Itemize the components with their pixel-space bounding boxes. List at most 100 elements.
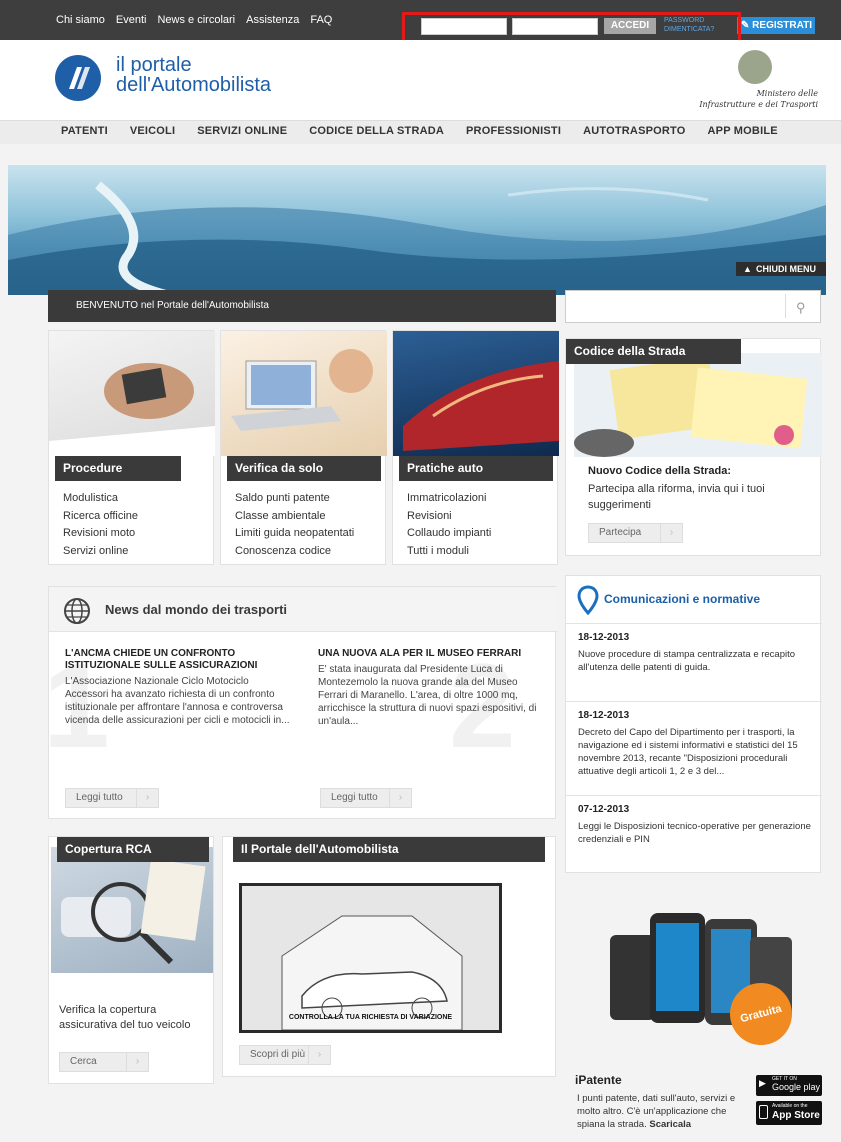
video-player[interactable]: CONTROLLA LA TUA RICHIESTA DI VARIAZIONE bbox=[239, 883, 502, 1033]
codice-strada-card: Codice della Strada Nuovo Codice della S… bbox=[565, 338, 822, 556]
app-store-button[interactable]: Available on the App Store bbox=[756, 1101, 822, 1125]
phone-icon bbox=[759, 1105, 768, 1119]
link-classe-ambientale[interactable]: Classe ambientale bbox=[235, 508, 354, 526]
portale-title[interactable]: Il Portale dell'Automobilista bbox=[233, 837, 545, 862]
logo-text-line2[interactable]: dell'Automobilista bbox=[116, 75, 271, 95]
comunicazione-item-2[interactable]: 18-12-2013 Decreto del Capo del Dipartim… bbox=[578, 710, 812, 778]
nav-app-mobile[interactable]: APP MOBILE bbox=[708, 125, 778, 137]
link-limiti-guida[interactable]: Limiti guida neopatentati bbox=[235, 525, 354, 543]
ipatente-text-block: I punti patente, dati sull'auto, servizi… bbox=[577, 1092, 749, 1131]
video-caption: CONTROLLA LA TUA RICHIESTA DI VARIAZIONE bbox=[288, 1014, 453, 1021]
link-tutti-moduli[interactable]: Tutti i moduli bbox=[407, 543, 491, 561]
search-icon[interactable]: ⚲ bbox=[796, 300, 806, 316]
pratiche-image bbox=[393, 331, 559, 456]
verifica-image bbox=[221, 331, 387, 456]
link-ricerca-officine[interactable]: Ricerca officine bbox=[63, 508, 138, 526]
portale-video-card: Il Portale dell'Automobilista CONTROLLA … bbox=[222, 836, 556, 1077]
nav-patenti[interactable]: PATENTI bbox=[61, 125, 108, 137]
ministero-logo: Ministero delle Infrastrutture e dei Tra… bbox=[690, 88, 818, 110]
news-item-2-read-more[interactable]: Leggi tutto › bbox=[320, 788, 412, 808]
card-procedure: Procedure Modulistica Ricerca officine R… bbox=[48, 330, 215, 565]
chevron-right-icon: › bbox=[136, 789, 158, 807]
comunicazioni-title: Comunicazioni e normative bbox=[604, 592, 761, 606]
top-link-eventi[interactable]: Eventi bbox=[116, 14, 147, 26]
top-link-chi-siamo[interactable]: Chi siamo bbox=[56, 14, 105, 26]
card-pratiche-links: Immatricolazioni Revisioni Collaudo impi… bbox=[407, 490, 491, 560]
search-divider bbox=[785, 294, 786, 318]
app-store-label: App Store bbox=[772, 1110, 820, 1121]
close-menu-label: CHIUDI MENU bbox=[756, 264, 816, 274]
app-store-small: Available on the bbox=[772, 1103, 808, 1109]
card-verifica-links: Saldo punti patente Classe ambientale Li… bbox=[235, 490, 354, 560]
card-pratiche-title[interactable]: Pratiche auto bbox=[399, 456, 553, 481]
codice-strada-title[interactable]: Codice della Strada bbox=[566, 339, 741, 364]
card-verifica-title[interactable]: Verifica da solo bbox=[227, 456, 381, 481]
hero-banner bbox=[8, 165, 826, 295]
ministero-line1: Ministero delle bbox=[756, 89, 818, 98]
top-links: Chi siamo Eventi News e circolari Assist… bbox=[56, 14, 332, 26]
register-label: REGISTRATI bbox=[752, 20, 812, 31]
scopri-button[interactable]: Scopri di più › bbox=[239, 1045, 331, 1065]
register-icon: ✎ bbox=[741, 20, 753, 31]
news-section: News dal mondo dei trasporti 1 2 L'ANCMA… bbox=[43, 586, 557, 819]
nav-codice-strada[interactable]: CODICE DELLA STRADA bbox=[309, 125, 444, 137]
top-link-news[interactable]: News e circolari bbox=[157, 14, 235, 26]
news-item-2: UNA NUOVA ALA PER IL MUSEO FERRARI E' st… bbox=[318, 648, 543, 728]
main-nav-items: PATENTI VEICOLI SERVIZI ONLINE CODICE DE… bbox=[61, 125, 800, 137]
link-servizi-online[interactable]: Servizi online bbox=[63, 543, 138, 561]
card-procedure-title[interactable]: Procedure bbox=[55, 456, 181, 481]
search-input[interactable] bbox=[565, 290, 821, 323]
divider bbox=[566, 701, 822, 702]
nav-veicoli[interactable]: VEICOLI bbox=[130, 125, 175, 137]
comunicazione-date: 18-12-2013 bbox=[578, 710, 630, 721]
link-collaudo-impianti[interactable]: Collaudo impianti bbox=[407, 525, 491, 543]
google-play-label: Google play bbox=[772, 1082, 821, 1092]
news-item-1-body: L'Associazione Nazionale Ciclo Motociclo… bbox=[65, 676, 290, 726]
chevron-right-icon: › bbox=[308, 1046, 330, 1064]
link-revisioni-moto[interactable]: Revisioni moto bbox=[63, 525, 138, 543]
partecipa-button[interactable]: Partecipa › bbox=[588, 523, 683, 543]
nav-servizi-online[interactable]: SERVIZI ONLINE bbox=[197, 125, 287, 137]
chevron-right-icon: › bbox=[660, 524, 682, 542]
comunicazione-date: 18-12-2013 bbox=[578, 632, 630, 643]
top-link-faq[interactable]: FAQ bbox=[310, 14, 332, 26]
news-item-1-title-line1[interactable]: L'ANCMA CHIEDE UN CONFRONTO bbox=[65, 648, 290, 660]
nav-autotrasporto[interactable]: AUTOTRASPORTO bbox=[583, 125, 685, 137]
link-modulistica[interactable]: Modulistica bbox=[63, 490, 138, 508]
rca-title[interactable]: Copertura RCA bbox=[57, 837, 209, 862]
logo-text-line1[interactable]: il portale bbox=[116, 55, 192, 75]
comunicazione-text: Nuove procedure di stampa centralizzata … bbox=[578, 649, 796, 673]
cerca-label: Cerca bbox=[70, 1056, 97, 1067]
google-play-button[interactable]: ▶ GET IT ON Google play bbox=[756, 1075, 822, 1096]
comunicazione-item-1[interactable]: 18-12-2013 Nuove procedure di stampa cen… bbox=[578, 632, 812, 674]
news-item-2-body: E' stata inaugurata dal Presidente Luca … bbox=[318, 664, 537, 727]
divider bbox=[566, 795, 822, 796]
news-item-1-read-more[interactable]: Leggi tutto › bbox=[65, 788, 159, 808]
ipatente-download-link[interactable]: Scaricala bbox=[649, 1119, 691, 1130]
location-pin-icon bbox=[577, 585, 599, 618]
procedure-image bbox=[49, 331, 215, 456]
news-item-2-title-line1[interactable]: UNA NUOVA ALA PER IL MUSEO FERRARI bbox=[318, 648, 543, 660]
link-revisioni[interactable]: Revisioni bbox=[407, 508, 491, 526]
register-button[interactable]: ✎ REGISTRATI bbox=[737, 17, 815, 34]
comunicazione-item-3[interactable]: 07-12-2013 Leggi le Disposizioni tecnico… bbox=[578, 804, 812, 846]
scopri-label: Scopri di più bbox=[250, 1049, 306, 1060]
cerca-button[interactable]: Cerca › bbox=[59, 1052, 149, 1072]
rca-text: Verifica la copertura assicurativa del t… bbox=[59, 1004, 191, 1031]
news-item-1: L'ANCMA CHIEDE UN CONFRONTO ISTITUZIONAL… bbox=[65, 648, 290, 727]
nav-professionisti[interactable]: PROFESSIONISTI bbox=[466, 125, 561, 137]
chevron-up-icon: ▲ bbox=[743, 264, 752, 274]
rca-card: Copertura RCA Verifica la copertura assi… bbox=[48, 836, 214, 1084]
news-item-1-title-line2[interactable]: ISTITUZIONALE SULLE ASSICURAZIONI bbox=[65, 660, 290, 672]
link-saldo-punti[interactable]: Saldo punti patente bbox=[235, 490, 354, 508]
read-more-label: Leggi tutto bbox=[76, 792, 123, 803]
rca-image bbox=[51, 847, 213, 973]
codice-strada-text: Partecipa alla riforma, invia qui i tuoi… bbox=[588, 483, 765, 511]
link-immatricolazioni[interactable]: Immatricolazioni bbox=[407, 490, 491, 508]
comunicazione-text: Leggi le Disposizioni tecnico-operative … bbox=[578, 821, 811, 845]
logo-icon[interactable] bbox=[55, 55, 101, 101]
link-conoscenza-codice[interactable]: Conoscenza codice bbox=[235, 543, 354, 561]
card-pratiche: Pratiche auto Immatricolazioni Revisioni… bbox=[392, 330, 559, 565]
welcome-banner: BENVENUTO nel Portale dell'Automobilista bbox=[48, 290, 556, 322]
top-link-assistenza[interactable]: Assistenza bbox=[246, 14, 299, 26]
